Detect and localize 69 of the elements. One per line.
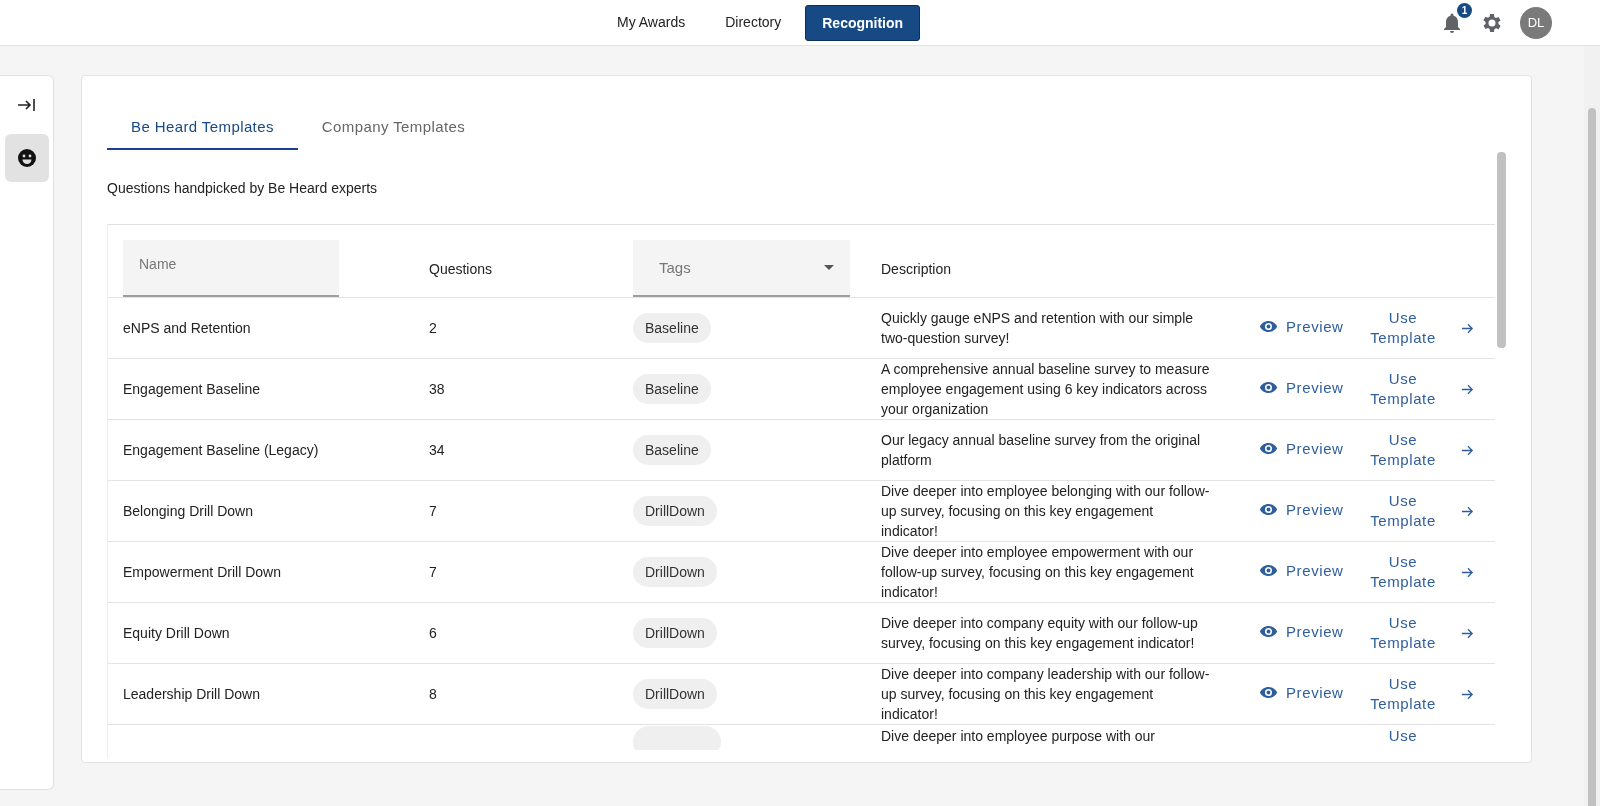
nav-link[interactable]: Directory (709, 4, 798, 41)
preview-link[interactable]: Preview (1259, 439, 1344, 458)
preview-link[interactable]: Preview (1259, 500, 1344, 519)
table-cell: 34 (429, 442, 445, 458)
tag-chip: Baseline (633, 313, 711, 343)
table-cell: Engagement Baseline (123, 381, 260, 397)
smiley-button[interactable] (4, 134, 49, 182)
table-cell: eNPS and Retention (123, 320, 251, 336)
preview-link[interactable]: Preview (1259, 622, 1344, 641)
use-template-link[interactable]: Use Template (1365, 491, 1441, 531)
tag-chip: Baseline (633, 374, 711, 404)
tags-filter-dropdown[interactable]: Tags (633, 240, 850, 297)
caret-icon (824, 265, 834, 270)
use-template-link[interactable]: Use Template (1365, 430, 1441, 470)
table-cell: 6 (429, 625, 437, 641)
user-avatar[interactable]: DL (1520, 6, 1552, 39)
arrow-right-icon[interactable] (1461, 382, 1474, 396)
arrow-right-icon[interactable] (1461, 321, 1474, 335)
description-text: Quickly gauge eNPS and retention with our simple two-question survey! (881, 309, 1195, 348)
description-text: Dive deeper into company leadership with our follow-up survey, focusing on this key engagement indicator! (881, 665, 1211, 724)
tag-chip: Baseline (633, 435, 711, 465)
description-text: Dive deeper into employee empowerment with our follow-up survey, focusing on this key engagement indicator! (881, 543, 1195, 602)
name-filter-field[interactable]: Name (123, 240, 339, 297)
tab[interactable]: Be Heard Templates (107, 106, 298, 150)
description-text: Dive deeper into employee belonging with our follow-up survey, focusing on this key engagement indicator! (881, 482, 1211, 541)
use-template-link[interactable]: Use Template (1365, 613, 1441, 653)
table-cell: Belonging Drill Down (123, 503, 253, 519)
tag-chip: DrillDown (633, 618, 717, 648)
use-template-link[interactable]: Use Template (1365, 552, 1441, 592)
subtitle-text: Questions handpicked by Be Heard experts (107, 180, 379, 196)
table-cell: Leadership Drill Down (123, 686, 260, 702)
use-template-link[interactable]: Use Template (1365, 308, 1441, 348)
arrow-right-icon[interactable] (1461, 626, 1474, 640)
table-cell: Empowerment Drill Down (123, 564, 281, 580)
tab[interactable]: Company Templates (297, 106, 490, 150)
arrow-right-icon[interactable] (1461, 565, 1474, 579)
arrow-right-icon[interactable] (1461, 687, 1474, 701)
table-cell: 8 (429, 686, 437, 702)
arrow-right-icon[interactable] (1461, 504, 1474, 518)
preview-link[interactable]: Preview (1259, 317, 1344, 336)
table-cell: Engagement Baseline (Legacy) (123, 442, 319, 458)
preview-link[interactable]: Preview (1259, 683, 1344, 702)
description-text: Our legacy annual baseline survey from the original platform (881, 431, 1202, 470)
tag-chip: DrillDown (633, 679, 717, 709)
table-cell: Equity Drill Down (123, 625, 230, 641)
preview-link[interactable]: Preview (1259, 561, 1344, 580)
page-scrollbar-thumb[interactable] (1588, 108, 1596, 806)
table-cell: 38 (429, 381, 445, 397)
use-template-link[interactable]: Use Template (1365, 369, 1441, 409)
column-header: Description (881, 261, 953, 279)
nav-link[interactable]: My Awards (601, 4, 702, 41)
tag-chip: DrillDown (633, 557, 717, 587)
column-header: Questions (429, 261, 494, 279)
preview-link[interactable]: Preview (1259, 378, 1344, 397)
table-cell: 2 (429, 320, 437, 336)
arrow-right-icon[interactable] (1461, 443, 1474, 457)
tag-chip: DrillDown (633, 496, 717, 526)
smiley-icon (16, 148, 37, 168)
description-text: Dive deeper into employee purpose with our (881, 727, 1156, 746)
scrollbar-thumb[interactable] (1497, 152, 1506, 348)
use-template-link[interactable]: Use Template (1365, 674, 1441, 714)
notification-badge: 1 (1457, 2, 1472, 18)
table-cell: 7 (429, 564, 437, 580)
expand-arrow-icon[interactable] (16, 98, 37, 112)
use-template-link[interactable]: Use (1365, 726, 1441, 746)
nav-link[interactable]: Recognition (805, 4, 921, 41)
description-text: Dive deeper into company equity with our follow-up survey, focusing on this key engagement indicator! (881, 614, 1199, 653)
table-cell: 7 (429, 503, 437, 519)
description-text: A comprehensive annual baseline survey to measure employee engagement using 6 key indicators across your organization (881, 360, 1211, 419)
